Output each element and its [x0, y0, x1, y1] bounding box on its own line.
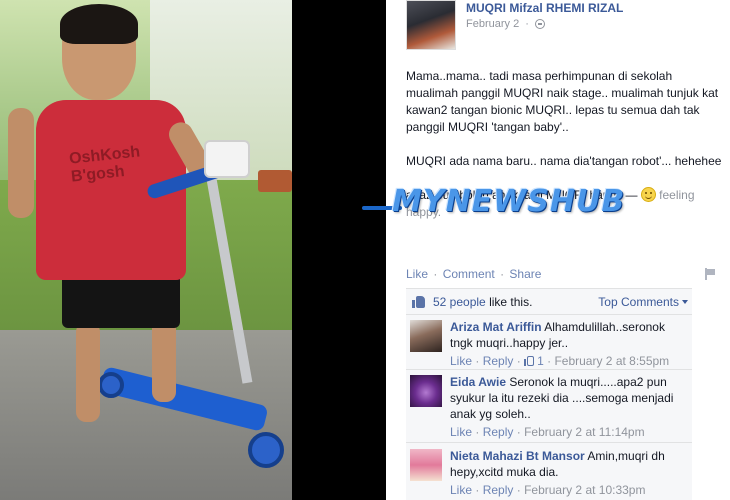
likes-count-link[interactable]: 52 people	[433, 295, 486, 309]
feedback-box: 52 people like this. Top Comments Ariza …	[406, 288, 692, 500]
dot-separator: ·	[433, 267, 438, 281]
dot-separator: ·	[516, 425, 521, 439]
dot-separator: ·	[547, 354, 552, 368]
commenter-avatar[interactable]	[410, 375, 442, 407]
like-link[interactable]: Like	[406, 267, 428, 281]
dot-separator: ·	[516, 483, 521, 497]
kid-leg	[152, 318, 176, 402]
likes-summary: 52 people like this.	[433, 295, 532, 309]
globe-icon[interactable]	[534, 19, 545, 29]
dot-separator: ·	[525, 18, 529, 30]
post-actions: Like · Comment · Share	[406, 267, 541, 281]
post-photo[interactable]: OshKosh B'gosh	[0, 0, 292, 500]
comment-reply-link[interactable]: Reply	[483, 483, 514, 497]
comment-time[interactable]: February 2 at 10:33pm	[524, 483, 645, 497]
kid-arm	[8, 108, 34, 218]
kid-hair	[60, 4, 138, 44]
comment-like-count[interactable]: 1	[524, 354, 544, 368]
post-meta: February 2 ·	[466, 18, 545, 30]
comment-item: Nieta Mahazi Bt Mansor Amin,muqri dh hep…	[406, 445, 692, 500]
flag-icon[interactable]	[704, 268, 716, 280]
scooter-wheel	[98, 372, 124, 398]
commenter-name[interactable]: Nieta Mahazi Bt Mansor	[450, 449, 585, 463]
commenter-name[interactable]: Ariza Mat Ariffin	[450, 320, 542, 334]
post-date[interactable]: February 2	[466, 18, 519, 30]
dot-separator: ·	[500, 267, 505, 281]
dot-separator: ·	[475, 483, 480, 497]
thumbs-up-icon	[412, 295, 426, 308]
dot-separator: ·	[475, 354, 480, 368]
post-paragraph: MUQRI ada nama baru.. nama dia'tangan ro…	[406, 154, 722, 168]
like-count-value: 1	[537, 354, 544, 368]
comment-like-link[interactable]: Like	[450, 483, 472, 497]
comment-meta: Like · Reply · 1 · February 2 at 8:55pm	[450, 353, 686, 369]
comment-reply-link[interactable]: Reply	[483, 354, 514, 368]
post-paragraph: Mama..mama.. tadi masa perhimpunan di se…	[406, 69, 719, 134]
commenter-avatar[interactable]	[410, 320, 442, 352]
author-name[interactable]: MUQRI Mifzal RHEMI RIZAL	[466, 1, 623, 15]
chevron-down-icon	[682, 300, 688, 304]
dot-separator: ·	[516, 354, 521, 368]
watermark-text: MYNEWSHUB	[392, 184, 626, 219]
likes-row: 52 people like this. Top Comments	[406, 289, 692, 315]
post-header: MUQRI Mifzal RHEMI RIZAL February 2 ·	[406, 0, 726, 52]
comment-time[interactable]: February 2 at 8:55pm	[554, 354, 669, 368]
author-avatar[interactable]	[406, 0, 456, 50]
comment-like-link[interactable]: Like	[450, 425, 472, 439]
share-link[interactable]: Share	[509, 267, 541, 281]
comment-time[interactable]: February 2 at 11:14pm	[524, 425, 645, 439]
bionic-hand	[204, 140, 250, 178]
comment-body: Ariza Mat Ariffin Alhamdulillah..seronok…	[450, 319, 686, 369]
photo-flowerpot	[258, 170, 292, 192]
watermark-logo: MYNEWSHUB	[362, 182, 730, 222]
comment-meta: Like · Reply · February 2 at 11:14pm	[450, 424, 686, 440]
scooter-wheel	[248, 432, 284, 468]
dot-separator: ·	[475, 425, 480, 439]
top-comments-label: Top Comments	[598, 295, 679, 309]
comment-reply-link[interactable]: Reply	[483, 425, 514, 439]
comment-link[interactable]: Comment	[443, 267, 495, 281]
likes-suffix: like this.	[489, 295, 533, 309]
comment-like-link[interactable]: Like	[450, 354, 472, 368]
comment-meta: Like · Reply · February 2 at 10:33pm	[450, 482, 686, 498]
post-panel: MUQRI Mifzal RHEMI RIZAL February 2 · Ma…	[386, 0, 730, 500]
kid-leg	[76, 322, 100, 422]
comment-item: Eida Awie Seronok la muqri.....apa2 pun …	[406, 371, 692, 443]
comment-body: Eida Awie Seronok la muqri.....apa2 pun …	[450, 374, 686, 440]
commenter-avatar[interactable]	[410, 449, 442, 481]
comment-item: Ariza Mat Ariffin Alhamdulillah..seronok…	[406, 316, 692, 370]
thumbs-up-icon	[524, 356, 535, 366]
commenter-name[interactable]: Eida Awie	[450, 375, 506, 389]
photo-letterbox	[292, 0, 386, 500]
comment-body: Nieta Mahazi Bt Mansor Amin,muqri dh hep…	[450, 448, 686, 498]
top-comments-dropdown[interactable]: Top Comments	[598, 295, 688, 309]
